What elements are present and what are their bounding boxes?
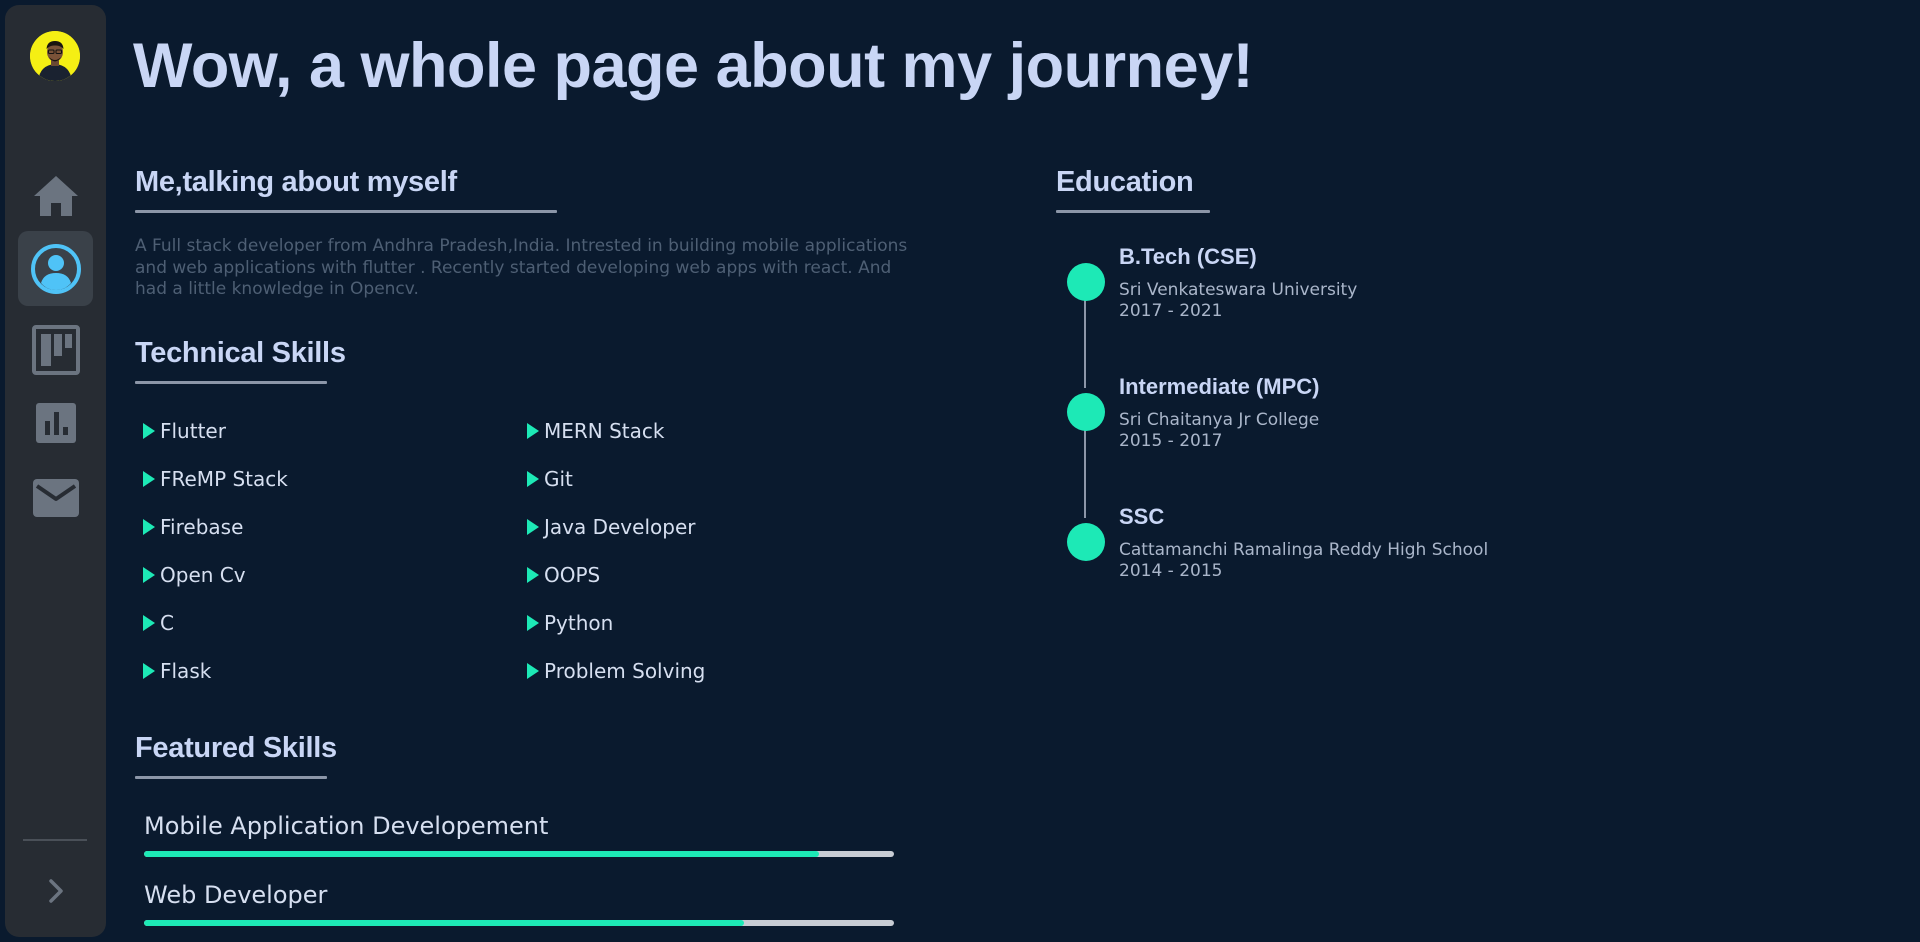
skill-item: Flask bbox=[143, 659, 211, 683]
expand-sidebar-button[interactable] bbox=[18, 865, 93, 917]
chevron-right-icon bbox=[48, 879, 63, 903]
avatar[interactable] bbox=[30, 31, 80, 81]
education-institution: Sri Chaitanya Jr College bbox=[1119, 410, 1320, 430]
bullet-triangle-icon bbox=[143, 471, 155, 487]
skill-progress-bar bbox=[144, 851, 894, 857]
page-title: Wow, a whole page about my journey! bbox=[133, 31, 1254, 101]
skill-bar-label: Web Developer bbox=[144, 881, 328, 909]
education-title: SSC bbox=[1119, 504, 1165, 529]
bullet-triangle-icon bbox=[143, 567, 155, 583]
timeline-connector bbox=[1084, 300, 1086, 388]
about-text: A Full stack developer from Andhra Prade… bbox=[135, 236, 908, 299]
skill-item: OOPS bbox=[527, 563, 600, 587]
education-years: 2014 - 2015 bbox=[1119, 561, 1223, 581]
sidebar bbox=[5, 5, 106, 937]
bullet-triangle-icon bbox=[527, 471, 539, 487]
skill-item: MERN Stack bbox=[527, 419, 664, 443]
account-icon bbox=[30, 243, 81, 294]
nav-about[interactable] bbox=[18, 231, 93, 306]
skill-item: Git bbox=[527, 467, 573, 491]
skill-progress-fill bbox=[144, 920, 744, 926]
projects-board-icon bbox=[31, 324, 80, 375]
skill-item: Firebase bbox=[143, 515, 243, 539]
featured-skills-heading: Featured Skills bbox=[135, 732, 337, 764]
about-heading: Me,talking about myself bbox=[135, 166, 457, 198]
timeline-connector bbox=[1084, 430, 1086, 518]
mail-icon bbox=[32, 478, 79, 517]
bullet-triangle-icon bbox=[527, 615, 539, 631]
skill-item: Open Cv bbox=[143, 563, 246, 587]
nav-stats[interactable] bbox=[18, 385, 93, 460]
timeline-dot bbox=[1067, 263, 1105, 301]
bullet-triangle-icon bbox=[143, 423, 155, 439]
nav-home[interactable] bbox=[18, 158, 93, 233]
skill-item: Python bbox=[527, 611, 613, 635]
education-heading: Education bbox=[1056, 166, 1194, 198]
about-heading-underline bbox=[135, 210, 557, 213]
skill-bar-label: Mobile Application Developement bbox=[144, 812, 549, 840]
skill-progress-bar bbox=[144, 920, 894, 926]
bullet-triangle-icon bbox=[143, 519, 155, 535]
education-title: Intermediate (MPC) bbox=[1119, 374, 1320, 399]
education-heading-underline bbox=[1056, 210, 1210, 213]
skill-item: C bbox=[143, 611, 174, 635]
technical-skills-underline bbox=[135, 381, 327, 384]
bar-chart-icon bbox=[35, 402, 76, 443]
skill-item: FReMP Stack bbox=[143, 467, 288, 491]
skill-item: Problem Solving bbox=[527, 659, 705, 683]
home-icon bbox=[33, 175, 78, 216]
technical-skills-heading: Technical Skills bbox=[135, 337, 346, 369]
skill-item: Flutter bbox=[143, 419, 226, 443]
skill-progress-fill bbox=[144, 851, 819, 857]
avatar-image bbox=[30, 31, 80, 81]
timeline-dot bbox=[1067, 523, 1105, 561]
nav-projects[interactable] bbox=[18, 312, 93, 387]
bullet-triangle-icon bbox=[527, 663, 539, 679]
featured-skills-underline bbox=[135, 776, 327, 779]
nav-contact[interactable] bbox=[18, 460, 93, 535]
education-institution: Cattamanchi Ramalinga Reddy High School bbox=[1119, 540, 1489, 560]
sidebar-divider bbox=[23, 839, 87, 841]
bullet-triangle-icon bbox=[527, 519, 539, 535]
education-years: 2017 - 2021 bbox=[1119, 301, 1223, 321]
education-title: B.Tech (CSE) bbox=[1119, 244, 1257, 269]
bullet-triangle-icon bbox=[143, 615, 155, 631]
skill-item: Java Developer bbox=[527, 515, 695, 539]
education-years: 2015 - 2017 bbox=[1119, 431, 1223, 451]
bullet-triangle-icon bbox=[527, 423, 539, 439]
bullet-triangle-icon bbox=[527, 567, 539, 583]
education-institution: Sri Venkateswara University bbox=[1119, 280, 1358, 300]
bullet-triangle-icon bbox=[143, 663, 155, 679]
timeline-dot bbox=[1067, 393, 1105, 431]
